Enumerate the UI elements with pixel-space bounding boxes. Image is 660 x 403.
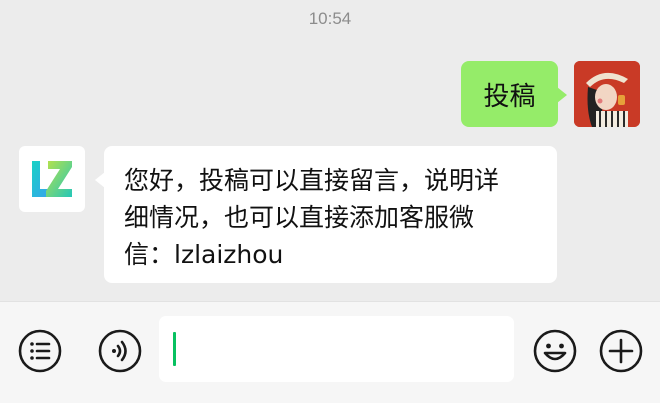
plus-icon[interactable]	[597, 327, 645, 375]
lz-logo-icon	[32, 161, 72, 197]
message-line: 信：lzlaizhou	[124, 240, 284, 269]
portrait-avatar-icon	[574, 61, 640, 127]
text-caret	[173, 332, 176, 366]
voice-icon[interactable]	[96, 327, 144, 375]
message-timestamp: 10:54	[308, 9, 352, 28]
message-line: 您好，投稿可以直接留言，说明详	[124, 166, 500, 195]
message-input[interactable]	[159, 316, 514, 382]
outgoing-message-bubble[interactable]: 投稿	[461, 61, 567, 127]
emoji-icon[interactable]	[531, 327, 579, 375]
contact-avatar[interactable]	[19, 146, 85, 212]
chat-screen: 10:54 投稿 您好，投稿可以直接留言，说明详 细情况，也可以直接添加客服微 …	[0, 0, 660, 403]
chat-input-bar	[0, 301, 660, 403]
menu-list-icon[interactable]	[16, 327, 64, 375]
incoming-message-bubble[interactable]: 您好，投稿可以直接留言，说明详 细情况，也可以直接添加客服微 信：lzlaizh…	[95, 146, 557, 283]
message-line: 细情况，也可以直接添加客服微	[124, 203, 475, 232]
user-avatar[interactable]	[574, 61, 640, 127]
